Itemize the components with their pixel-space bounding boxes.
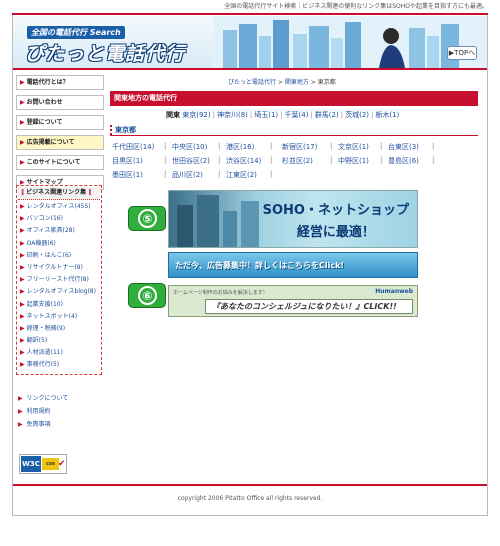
- region-tabs: 関東 東京(92) | 神奈川(8) | 埼玉(1) | 千葉(4) | 群馬(2) | 茨城(2)…: [166, 111, 400, 119]
- link-about-links[interactable]: ▶ リンクについて: [18, 392, 68, 405]
- business-links-title: ‖ ビジネス関連リンク集 ‖: [18, 187, 100, 200]
- business-link[interactable]: ▶ 起業支援(10): [17, 299, 101, 311]
- ward-link[interactable]: 杉並区(2): [282, 156, 313, 166]
- nav-item-label: 電話代行とは？: [26, 79, 69, 86]
- nav-item-contact[interactable]: ▶ お問い合わせ: [16, 95, 104, 110]
- nav-item-label: 登録について: [26, 119, 63, 126]
- tokyo-heading: 東京都: [110, 125, 136, 135]
- tokyo-divider: [110, 135, 478, 136]
- region-ibaraki[interactable]: 茨城(2): [345, 111, 369, 119]
- ad-number-badge-6: ⑥: [128, 283, 166, 308]
- business-link[interactable]: ▶ バソコン(16): [17, 213, 101, 225]
- ward-link[interactable]: 世田谷区(2): [172, 156, 210, 166]
- business-link[interactable]: ▶ 経理・税務(9): [17, 323, 101, 335]
- recruitment-text: ただ今、広告募集中！詳しくはこちらをClick!: [175, 261, 345, 270]
- region-gunma[interactable]: 群馬(2): [315, 111, 339, 119]
- soho-ad-text: SOHO・ネットショップ 経営に最適！: [263, 199, 409, 240]
- check-icon: ✔: [58, 459, 66, 469]
- business-link[interactable]: ▶ 事務代行(5): [17, 359, 101, 371]
- business-link[interactable]: ▶ オフィス家具(28): [17, 225, 101, 237]
- ward-link[interactable]: 渋谷区(14): [226, 156, 261, 166]
- ward-link[interactable]: 港区(16): [226, 142, 254, 152]
- ward-link[interactable]: 中野区(1): [338, 156, 369, 166]
- nav-item-registration[interactable]: ▶ 登録について: [16, 115, 104, 130]
- business-link[interactable]: ▶ レンタルオフィスblog(8): [17, 286, 101, 298]
- business-links-box: ‖ ビジネス関連リンク集 ‖ ▶ レンタルオフィス(455) ▶ バソコン(16) …: [16, 185, 102, 375]
- site-tagline: 全国の電話代行サイト検索｜ビジネス関連の便利なリンク集はSOHOや起業を目指す方…: [224, 3, 488, 10]
- nav-item-advertising[interactable]: ▶ 広告掲載について: [16, 135, 104, 150]
- business-link[interactable]: ▶ ネットスボット(4): [17, 311, 101, 323]
- link-terms[interactable]: ▶ 利用規約: [18, 405, 68, 418]
- bottom-border: [12, 515, 488, 516]
- concierge-ad-headline: 『あなたのコンシェルジュになりたい！』CLICK!!: [205, 299, 413, 314]
- nav-item-label: このサイトについて: [26, 159, 81, 166]
- ward-row: 墨田区(1) | 品川区(2) | 江東区(2) |: [112, 170, 273, 180]
- ad-number-badge-5: ⑤: [128, 206, 166, 231]
- nav-item-about-service[interactable]: ▶ 電話代行とは？: [16, 75, 104, 90]
- ward-link[interactable]: 品川区(2): [172, 170, 203, 180]
- copyright: copyright 2006 Pitatto Office all rights…: [177, 495, 323, 502]
- ad-recruitment-banner[interactable]: ただ今、広告募集中！詳しくはこちらをClick!: [168, 252, 418, 278]
- ward-link[interactable]: 文京区(1): [338, 142, 369, 152]
- site-header: 全国の電話代行 Search ぴたっと電話代行 ▶TOPへ: [13, 16, 487, 68]
- sidebar-nav: ▶ 電話代行とは？ ▶ お問い合わせ ▶ 登録について ▶ 広告掲載について ▶ このサイ…: [16, 75, 104, 195]
- breadcrumb-home[interactable]: ぴたっと電話代行: [228, 79, 276, 86]
- region-saitama[interactable]: 埼玉(1): [254, 111, 278, 119]
- number-6: ⑥: [138, 286, 157, 305]
- sidebar-footer-links: ▶ リンクについて ▶ 利用規約 ▶ 免責事項: [18, 392, 68, 431]
- breadcrumb-region[interactable]: 関東地方: [285, 79, 309, 86]
- business-link[interactable]: ▶ 人材派遣(11): [17, 347, 101, 359]
- top-button[interactable]: ▶TOPへ: [447, 46, 477, 60]
- ward-link[interactable]: 新宿区(17): [282, 142, 317, 152]
- breadcrumb: ぴたっと電話代行 > 関東地方 > 東京都: [228, 79, 336, 86]
- w3c-css-badge[interactable]: W3C css ✔: [19, 454, 67, 474]
- ward-link[interactable]: 目黒区(1): [112, 156, 143, 166]
- footer-divider: [13, 484, 487, 486]
- business-link[interactable]: ▶ フリーリースト代行(8): [17, 274, 101, 286]
- region-tokyo[interactable]: 東京(92): [182, 111, 210, 119]
- logo-subtitle: 全国の電話代行 Search: [27, 26, 125, 39]
- ward-link[interactable]: 江東区(2): [226, 170, 257, 180]
- region-kanagawa[interactable]: 神奈川(8): [217, 111, 248, 119]
- ward-link[interactable]: 千代田区(14): [112, 142, 154, 152]
- nav-item-label: お問い合わせ: [26, 99, 63, 106]
- business-link[interactable]: ▶ レンタルオフィス(455): [17, 201, 101, 213]
- ward-link[interactable]: 豊島区(6): [388, 156, 419, 166]
- page: 全国の電話代行サイト検索｜ビジネス関連の便利なリンク集はSOHOや起業を目指す方…: [0, 0, 500, 546]
- nav-item-label: 広告掲載について: [26, 139, 75, 146]
- number-5: ⑤: [138, 209, 157, 228]
- concierge-banner-ad[interactable]: ホームページ制作のお悩みを解決します！ Humanweb 『あなたのコンシェルジ…: [168, 285, 418, 317]
- concierge-ad-brand: Humanweb: [375, 288, 413, 295]
- ward-row: 目黒区(1) | 世田谷区(2) | 渋谷区(14) | 杉並区(2) | 中野…: [112, 156, 435, 166]
- business-link[interactable]: ▶ 印刷・はんこ(6): [17, 250, 101, 262]
- soho-banner-ad[interactable]: SOHO・ネットショップ 経営に最適！: [168, 190, 418, 248]
- soho-ad-headline: SOHO・ネットショップ: [262, 203, 409, 218]
- ward-link[interactable]: 墨田区(1): [112, 170, 143, 180]
- region-tochigi[interactable]: 栃木(1): [375, 111, 399, 119]
- breadcrumb-current: 東京都: [317, 79, 336, 86]
- ward-list: 千代田区(14) | 中央区(10) | 港区(16) | 新宿区(17) | …: [112, 142, 478, 184]
- logo-title: ぴたっと電話代行: [25, 43, 186, 65]
- business-link[interactable]: ▶ リサイクルトナー(9): [17, 262, 101, 274]
- concierge-ad-caption: ホームページ制作のお悩みを解決します！: [173, 290, 268, 296]
- css-label: css: [42, 458, 59, 470]
- site-logo[interactable]: 全国の電話代行 Search ぴたっと電話代行: [21, 24, 184, 65]
- soho-ad-subline: 経営に最適！: [296, 225, 375, 240]
- ward-link[interactable]: 台東区(3): [388, 142, 419, 152]
- header-skyline-illustration: [213, 16, 487, 68]
- header-divider: [13, 68, 487, 70]
- nav-item-about-site[interactable]: ▶ このサイトについて: [16, 155, 104, 170]
- region-kanto: 関東: [166, 111, 180, 119]
- w3c-logo: W3C: [21, 456, 41, 472]
- region-chiba[interactable]: 千葉(4): [285, 111, 309, 119]
- ward-row: 千代田区(14) | 中央区(10) | 港区(16) | 新宿区(17) | …: [112, 142, 435, 152]
- link-disclaimer[interactable]: ▶ 免責事項: [18, 418, 68, 431]
- business-link[interactable]: ▶ 翻訳(5): [17, 335, 101, 347]
- ward-link[interactable]: 中央区(10): [172, 142, 207, 152]
- business-link[interactable]: ▶ OA機器(6): [17, 238, 101, 250]
- section-title: 関東地方の電話代行: [110, 91, 478, 106]
